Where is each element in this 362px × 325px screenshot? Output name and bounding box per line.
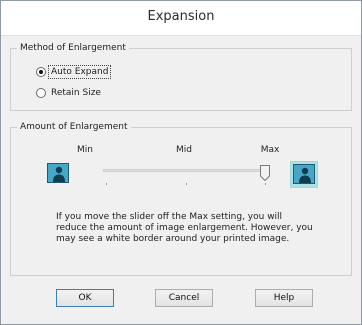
min-image-icon xyxy=(47,163,69,183)
radio-unselected-icon xyxy=(36,88,46,98)
max-label: Max xyxy=(260,145,280,155)
slider-tick xyxy=(265,183,266,185)
slider-track[interactable] xyxy=(103,169,269,172)
min-label: Min xyxy=(77,145,93,155)
dialog-title: Expansion xyxy=(147,9,215,24)
title-bar: Expansion xyxy=(1,1,361,36)
auto-expand-radio[interactable]: Auto Expand xyxy=(36,65,112,79)
max-image-icon xyxy=(293,164,315,184)
mid-label: Mid xyxy=(176,145,192,155)
slider-thumb[interactable] xyxy=(260,165,270,181)
slider-tick xyxy=(106,183,107,185)
retain-size-radio[interactable]: Retain Size xyxy=(36,87,103,99)
cancel-button[interactable]: Cancel xyxy=(155,289,213,307)
retain-size-label: Retain Size xyxy=(51,88,101,98)
radio-selected-icon xyxy=(36,67,46,77)
help-button[interactable]: Help xyxy=(255,289,313,307)
ok-button[interactable]: OK xyxy=(56,289,114,307)
amount-group-legend: Amount of Enlargement xyxy=(20,122,128,132)
auto-expand-label: Auto Expand xyxy=(47,65,112,79)
slider-tick xyxy=(186,183,187,185)
method-group-legend: Method of Enlargement xyxy=(20,43,126,53)
enlargement-description: If you move the slider off the Max setti… xyxy=(56,212,313,244)
